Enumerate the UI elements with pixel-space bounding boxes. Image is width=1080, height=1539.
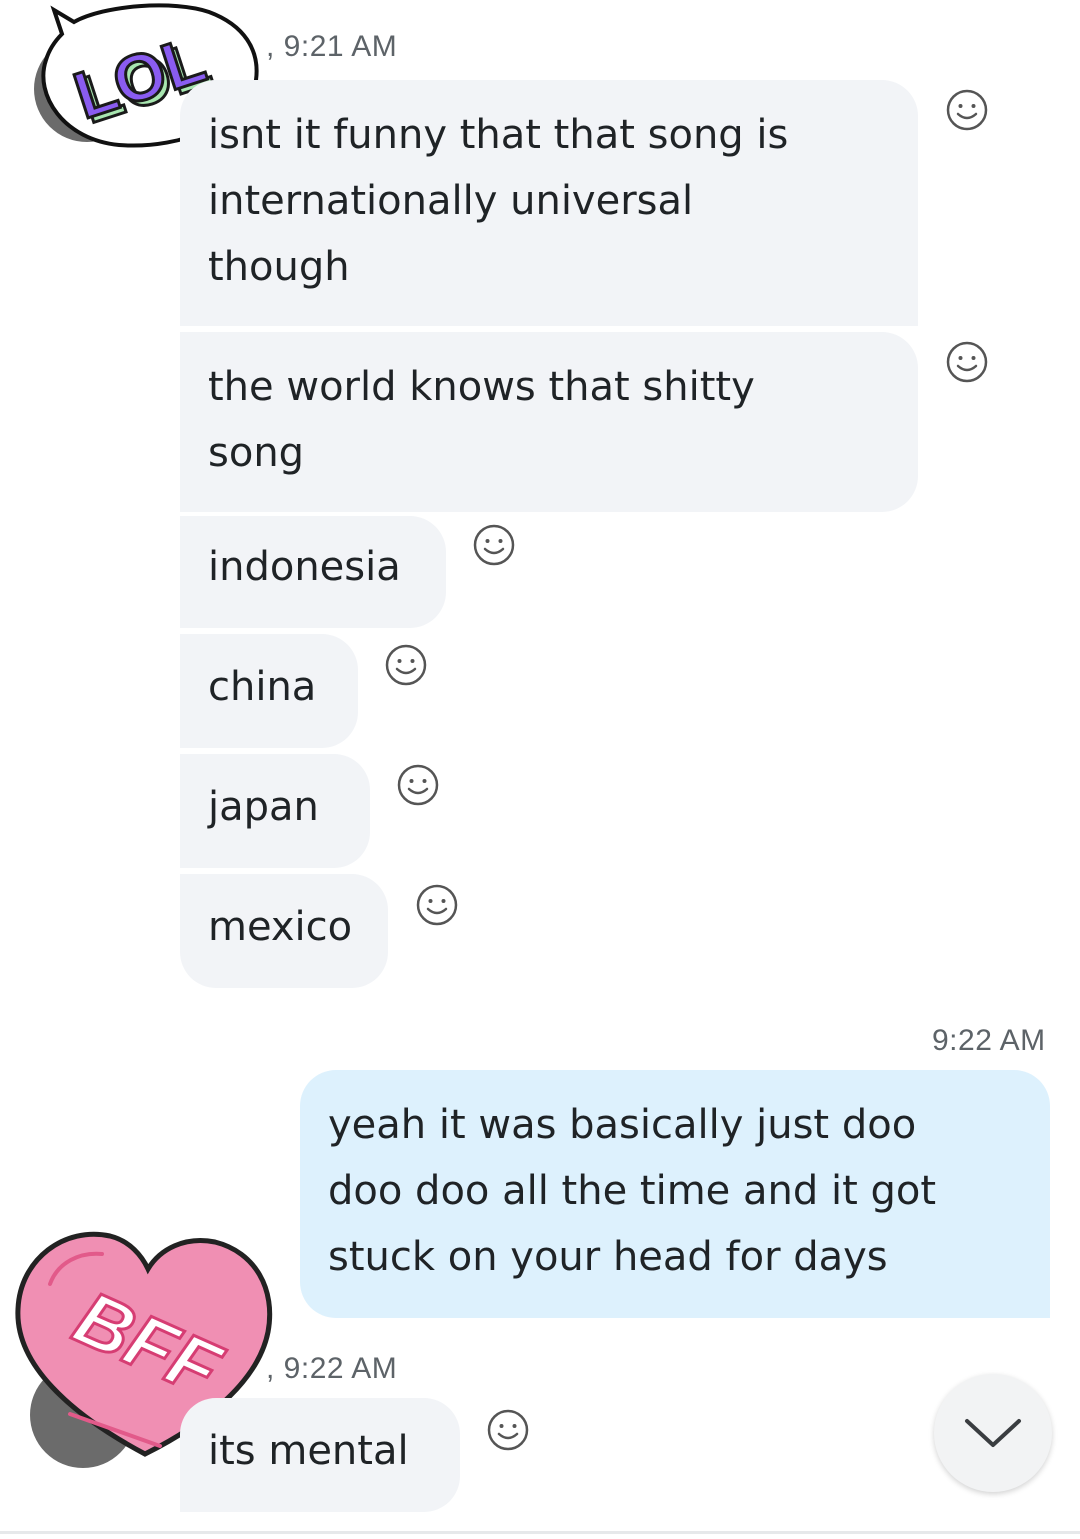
message-bubble[interactable]: indonesia <box>180 516 446 628</box>
smiley-face-icon[interactable] <box>396 763 440 807</box>
message-bubble[interactable]: isnt it funny that that song is internat… <box>180 80 918 326</box>
timestamp: 9:22 AM <box>932 1024 1046 1057</box>
message-bubble[interactable]: the world knows that shitty song <box>180 332 918 512</box>
smiley-face-icon[interactable] <box>415 883 459 927</box>
smiley-face-icon[interactable] <box>945 88 989 132</box>
smiley-face-icon[interactable] <box>945 340 989 384</box>
chevron-down-icon <box>965 1419 1021 1447</box>
timestamp: , 9:21 AM <box>266 30 398 63</box>
timestamp: , 9:22 AM <box>266 1352 398 1385</box>
message-bubble[interactable]: its mental <box>180 1398 460 1512</box>
divider <box>0 1531 1080 1534</box>
timestamp-text: 9:21 AM <box>283 30 398 63</box>
message-bubble[interactable]: yeah it was basically just doo doo doo a… <box>300 1070 1050 1318</box>
smiley-face-icon[interactable] <box>472 523 516 567</box>
scroll-to-bottom-button[interactable] <box>934 1374 1052 1492</box>
smiley-face-icon[interactable] <box>486 1408 530 1452</box>
smiley-face-icon[interactable] <box>384 643 428 687</box>
message-bubble[interactable]: china <box>180 634 358 748</box>
message-bubble[interactable]: japan <box>180 754 370 868</box>
message-bubble[interactable]: mexico <box>180 874 388 988</box>
timestamp-text: 9:22 AM <box>283 1352 398 1385</box>
